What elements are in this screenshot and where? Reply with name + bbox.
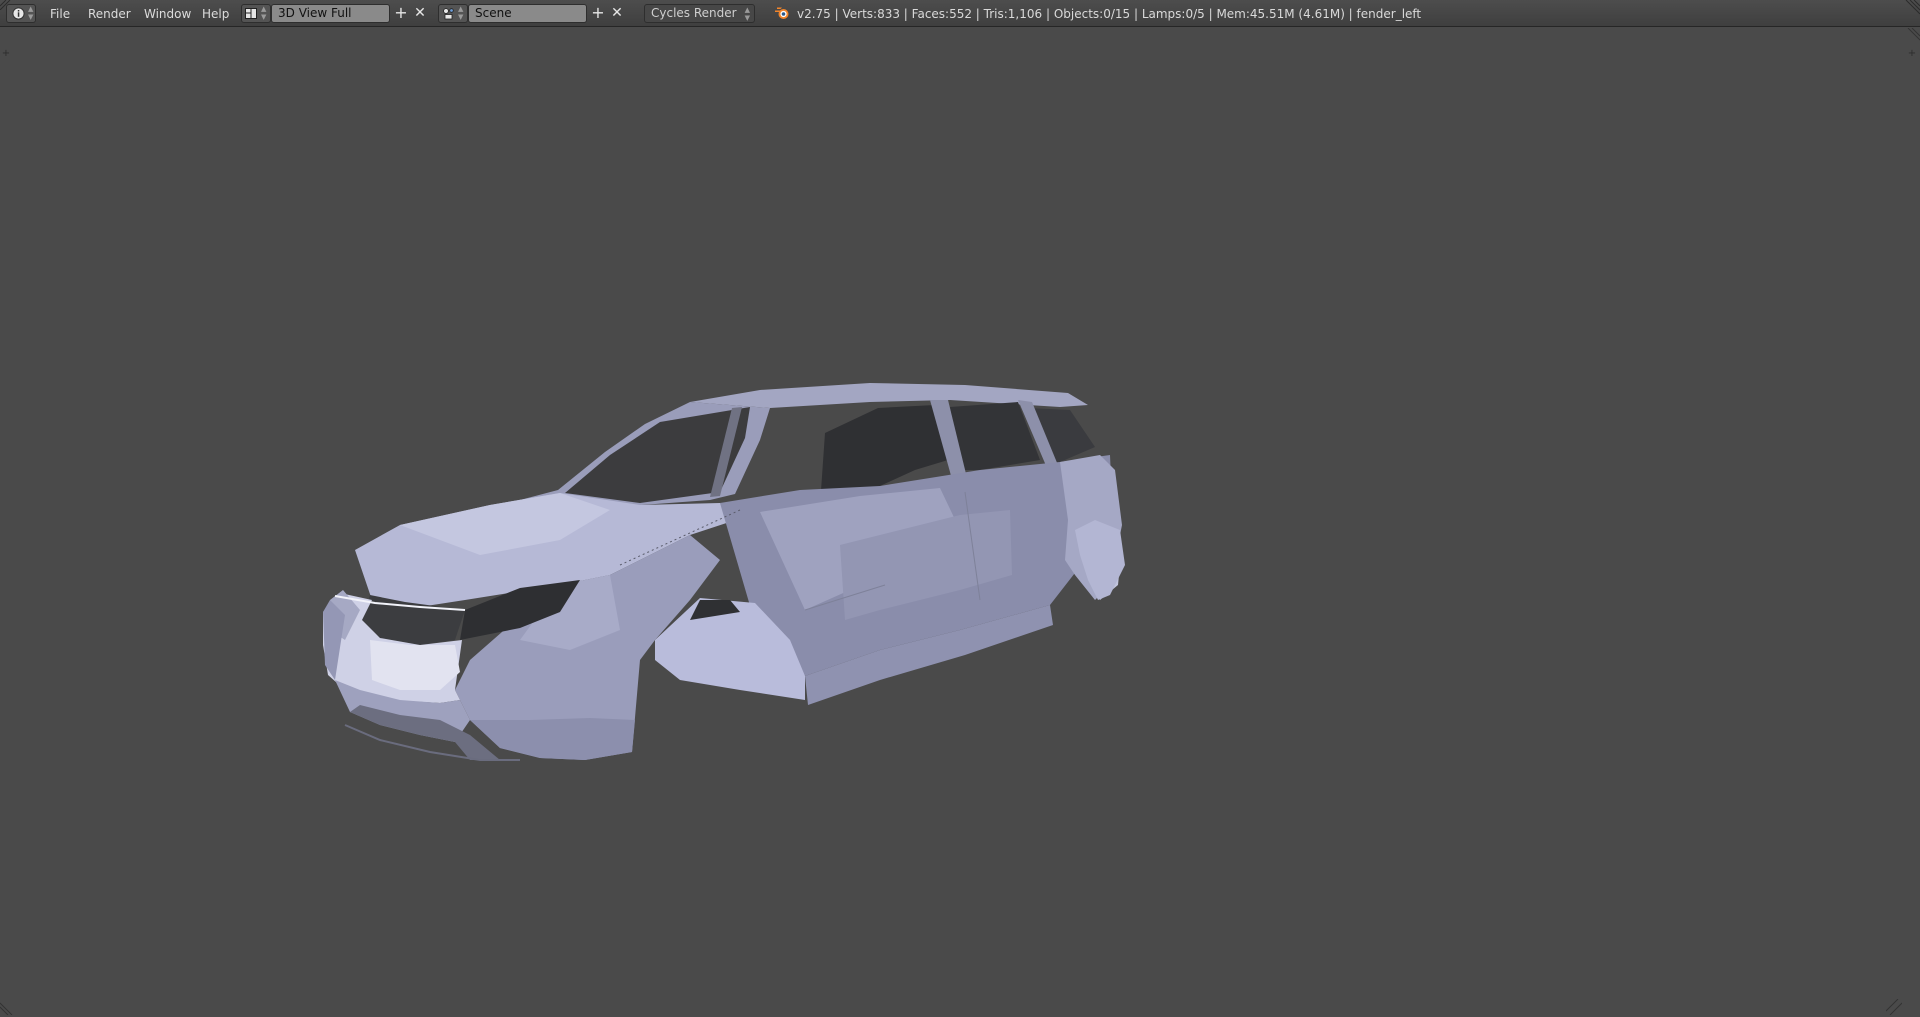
menu-window[interactable]: Window: [144, 7, 191, 21]
scene-selector[interactable]: ▲ ▼: [438, 4, 468, 23]
screen-layout-icon: [245, 8, 257, 19]
area-split-corner[interactable]: [1902, 0, 1920, 27]
screen-layout-selector[interactable]: ▲ ▼: [241, 4, 271, 23]
menu-help[interactable]: Help: [202, 7, 229, 21]
menu-file[interactable]: File: [50, 7, 70, 21]
chevron-updown-icon: ▲ ▼: [261, 5, 267, 21]
screen-layout-field[interactable]: 3D View Full: [271, 4, 390, 23]
scene-statistics: v2.75 | Verts:833 | Faces:552 | Tris:1,1…: [797, 7, 1422, 21]
plus-icon[interactable]: +: [393, 4, 409, 23]
menu-render[interactable]: Render: [88, 7, 131, 21]
plus-icon[interactable]: +: [590, 4, 606, 23]
info-header: ▲ ▼ File Render Window Help ▲ ▼ 3D View Fu…: [0, 0, 1920, 27]
render-engine-label: Cycles Render: [651, 6, 737, 20]
chevron-updown-icon: ▲ ▼: [744, 6, 750, 22]
chevron-updown-icon: ▲ ▼: [458, 5, 464, 21]
car-body-mesh[interactable]: [0, 27, 1920, 1017]
render-engine-dropdown[interactable]: Cycles Render ▲ ▼: [644, 4, 755, 23]
x-icon[interactable]: ✕: [412, 4, 428, 23]
3d-viewport[interactable]: + +: [0, 27, 1920, 1017]
scene-icon: [443, 8, 454, 20]
area-split-corner[interactable]: [0, 0, 14, 10]
blender-logo-icon: [775, 7, 789, 19]
chevron-updown-icon: ▲ ▼: [28, 5, 34, 21]
x-icon[interactable]: ✕: [609, 4, 625, 23]
scene-field[interactable]: Scene: [468, 4, 587, 23]
